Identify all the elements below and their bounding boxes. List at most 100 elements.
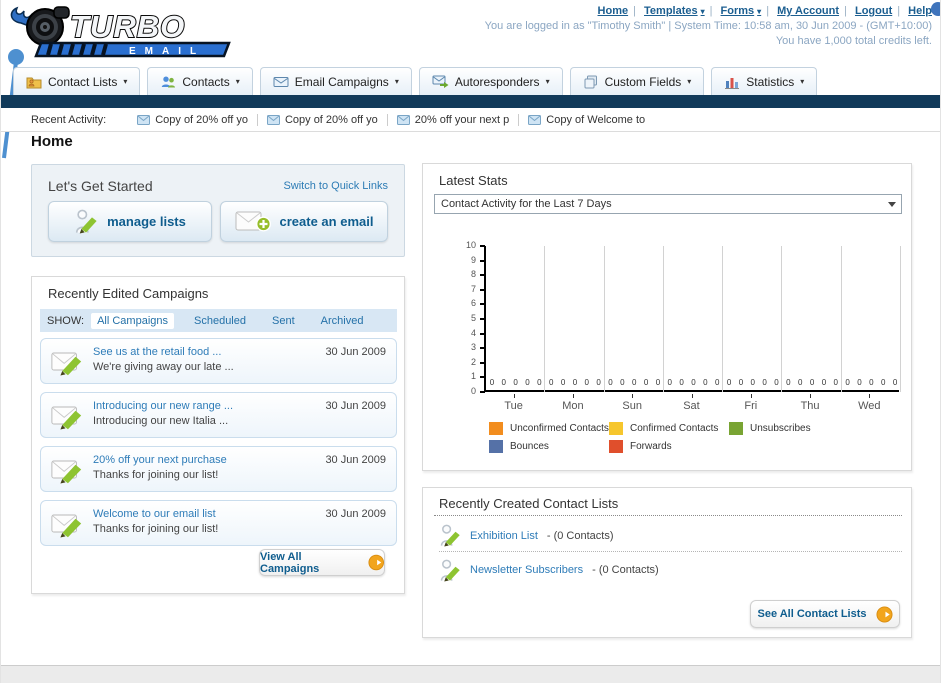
bar-value-label: 0 [703, 378, 708, 387]
campaign-title-link[interactable]: See us at the retail food ... [93, 346, 221, 358]
bar-value-label: 0 [513, 378, 518, 387]
top-link-my-account[interactable]: My Account [777, 5, 839, 17]
tab-label: Email Campaigns [294, 74, 389, 89]
bar-value-label: 0 [548, 378, 554, 387]
tab-statistics[interactable]: Statistics ▾ [711, 67, 818, 95]
campaign-title-link[interactable]: Introducing our new range ... [93, 400, 233, 412]
filter-all-campaigns[interactable]: All Campaigns [91, 312, 174, 329]
contact-list-detail: - (0 Contacts) [546, 529, 614, 542]
x-axis-label: Wed [858, 400, 881, 412]
x-axis-tick [513, 394, 515, 398]
top-link-forms[interactable]: Forms ▾ [721, 5, 762, 17]
top-link-help[interactable]: Help [908, 5, 932, 17]
separator: | [633, 5, 636, 17]
campaign-row[interactable]: Introducing our new range ... Introducin… [40, 392, 397, 438]
bar-value-label: 0 [679, 378, 684, 387]
select-arrow-icon [888, 202, 896, 207]
legend-label: Unconfirmed Contacts [510, 423, 609, 434]
legend-label: Forwards [630, 441, 672, 452]
campaign-row[interactable]: See us at the retail food ... We're givi… [40, 338, 397, 384]
contact-list-name-link[interactable]: Exhibition List [470, 530, 538, 542]
recent-activity-item[interactable]: Copy of 20% off yo [258, 113, 388, 126]
bar-value-label: 0 [786, 378, 791, 387]
envelope-icon [273, 76, 289, 87]
chevron-down-icon: ▾ [545, 77, 550, 86]
bar-value-label: 0 [809, 378, 815, 387]
tab-autoresponders[interactable]: Autoresponders ▾ [418, 67, 563, 95]
envelope-icon [528, 114, 542, 125]
envelope-pencil-icon [51, 352, 82, 376]
separator: | [897, 5, 901, 17]
tab-custom-fields[interactable]: Custom Fields ▾ [569, 67, 705, 95]
y-axis-tick-label: 8 [470, 269, 476, 280]
arrow-right-icon [875, 605, 893, 623]
recent-activity-item[interactable]: Copy of Welcome to [519, 114, 654, 126]
contact-list-name-link[interactable]: Newsletter Subscribers [470, 564, 583, 576]
recent-activity-label: Recent Activity: [31, 113, 107, 126]
y-axis-tick-label: 9 [470, 254, 476, 265]
y-axis-tick-label: 2 [470, 356, 476, 367]
dropdown-arrow-icon: ▾ [757, 7, 762, 16]
envelope-icon [266, 114, 280, 125]
activity-item-label: Copy of 20% off yo [155, 113, 248, 126]
top-link-templates[interactable]: Templates ▾ [644, 5, 705, 17]
latest-stats-panel: Latest Stats Contact Activity for the La… [422, 163, 912, 471]
main-nav-tabs: Contact Lists ▾ Contacts ▾ Email Campaigns… [13, 67, 818, 95]
top-nav: Home | Templates ▾ | Forms ▾ | My Account | Lo… [485, 5, 932, 17]
contact-list-row[interactable]: Exhibition List - (0 Contacts) [439, 520, 902, 552]
notification-dot-icon [931, 2, 940, 16]
campaign-row[interactable]: 20% off your next purchase Thanks for jo… [40, 446, 397, 492]
stats-period-select[interactable]: Contact Activity for the Last 7 Days [434, 194, 902, 214]
see-all-contact-lists-button[interactable]: See All Contact Lists [750, 600, 900, 628]
switch-to-quick-links[interactable]: Switch to Quick Links [283, 180, 388, 192]
tab-label: Contacts [182, 74, 230, 89]
filter-archived[interactable]: Archived [315, 313, 370, 329]
envelope-plus-icon [235, 211, 271, 232]
page: TURBO EMAIL Home | Templates ▾ | Forms ▾ | My… [0, 0, 941, 683]
chart-x-axis: Tue Mon Sun Sat Fri Thu Wed [484, 394, 899, 414]
dotted-divider [434, 515, 902, 516]
x-axis-tick [750, 394, 752, 398]
legend-item: Unsubscribes [729, 422, 849, 435]
turbo-email-logo: TURBO EMAIL [7, 3, 242, 59]
bar-value-label: 0 [620, 378, 625, 387]
svg-text:TURBO: TURBO [70, 9, 185, 44]
filter-scheduled[interactable]: Scheduled [188, 313, 252, 329]
bar-value-label: 0 [608, 378, 613, 387]
manage-lists-button[interactable]: manage lists [48, 201, 212, 242]
recent-activity-item[interactable]: 20% off your next p [388, 113, 520, 126]
recent-activity-item[interactable]: Copy of 20% off yo [128, 113, 258, 126]
bar-value-label: 0 [774, 378, 779, 387]
filter-sent[interactable]: Sent [266, 313, 301, 329]
legend-swatch [609, 422, 623, 435]
separator: | [844, 5, 847, 17]
campaign-subtitle: We're giving away our late ... [93, 361, 234, 373]
bar-value-label: 0 [572, 378, 578, 387]
tab-contacts[interactable]: Contacts ▾ [147, 67, 253, 95]
bar-value-label: 0 [501, 378, 506, 387]
campaign-title-link[interactable]: 20% off your next purchase [93, 454, 227, 466]
bar-value-label: 0 [797, 378, 803, 387]
chevron-down-icon: ▾ [394, 77, 399, 86]
top-link-home[interactable]: Home [598, 5, 629, 17]
y-axis-tick [480, 332, 485, 335]
top-link-logout[interactable]: Logout [855, 5, 892, 17]
create-an-email-button[interactable]: create an email [220, 201, 388, 242]
tab-email-campaigns[interactable]: Email Campaigns ▾ [259, 67, 412, 95]
view-all-campaigns-button[interactable]: View All Campaigns [259, 549, 385, 576]
bar-value-label: 0 [880, 378, 886, 387]
contact-list-row[interactable]: Newsletter Subscribers - (0 Contacts) [439, 554, 902, 586]
activity-item-label: 20% off your next p [414, 113, 510, 126]
envelope-icon [396, 114, 410, 125]
tab-contact-lists[interactable]: Contact Lists ▾ [13, 67, 141, 95]
y-axis-tick [480, 288, 485, 291]
chart-plot-area: 00000000000000000000000000000000000 [480, 245, 901, 393]
x-axis-tick [691, 394, 693, 398]
bar-value-label: 0 [584, 378, 589, 387]
campaign-title-link[interactable]: Welcome to our email list [93, 508, 216, 520]
campaign-row[interactable]: Welcome to our email list Thanks for joi… [40, 500, 397, 546]
campaign-filter-bar: SHOW: All Campaigns Scheduled Sent Archi… [40, 309, 397, 332]
y-axis-tick [480, 376, 485, 379]
y-axis-tick-label: 5 [470, 313, 476, 323]
campaign-date: 30 Jun 2009 [325, 400, 386, 412]
